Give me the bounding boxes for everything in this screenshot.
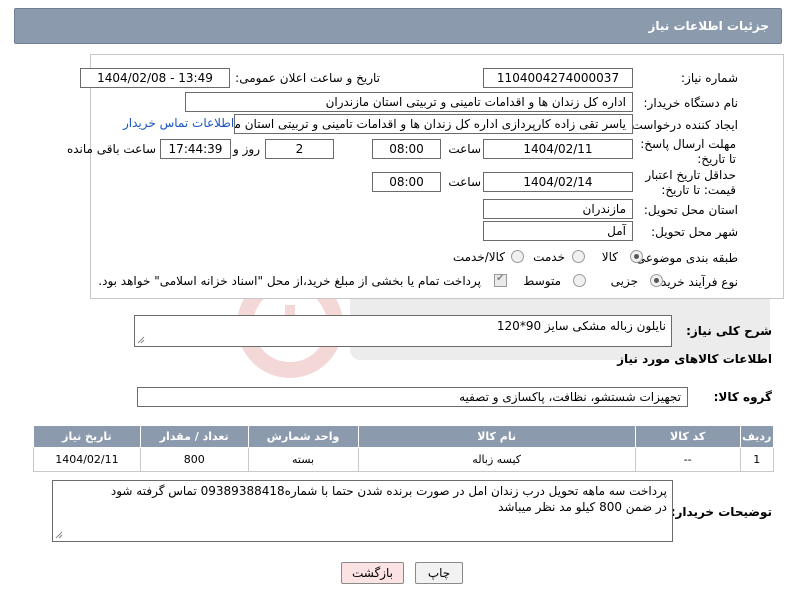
category-service-radio[interactable]: [572, 250, 585, 263]
category-label: طبقه بندی موضوعی:: [631, 251, 738, 265]
purchase-medium-radio[interactable]: [573, 274, 586, 287]
cell-row-number: 1: [739, 447, 775, 472]
purchase-minor-label: جزیی: [610, 274, 638, 288]
cell-quantity: 800: [139, 447, 249, 472]
resize-grip-icon: [137, 336, 145, 344]
col-header-item-code: کد کالا: [634, 425, 741, 448]
price-validity-date-field: 1404/02/14: [483, 172, 633, 192]
reply-date-field: 1404/02/11: [483, 139, 633, 159]
purchase-minor-radio[interactable]: [650, 274, 663, 287]
buyer-notes-field: پرداخت سه ماهه تحویل درب زندان امل در صو…: [52, 480, 673, 542]
description-field: نایلون زباله مشکی سایز 90*120: [134, 315, 672, 347]
goods-group-field: تجهیزات شستشو، نظافت، پاکسازی و تصفیه: [137, 387, 688, 407]
col-header-need-date: تاریخ نیاز: [33, 425, 141, 448]
page-header: جزئیات اطلاعات نیاز: [14, 8, 782, 44]
buyer-notes-label: توضیحات خریدار:: [670, 505, 772, 519]
buyer-contact-link[interactable]: اطلاعات تماس خریدار: [123, 116, 234, 130]
category-goods-service-label: کالا/خدمت: [452, 250, 505, 264]
category-goods-label: کالا: [601, 250, 618, 264]
goods-group-label: گروه کالا:: [713, 390, 772, 404]
goods-section-title: اطلاعات کالاهای مورد نیاز: [617, 352, 772, 366]
announce-datetime-label: تاریخ و ساعت اعلان عمومی:: [235, 71, 380, 85]
reply-time-label: ساعت: [448, 142, 481, 156]
purchase-type-label: نوع فرآیند خرید :: [653, 275, 738, 289]
cell-need-date: 1404/02/11: [33, 447, 141, 472]
goods-table: ردیف کد کالا نام کالا واحد شمارش تعداد /…: [33, 425, 775, 472]
description-label: شرح کلی نیاز:: [686, 324, 772, 338]
back-button[interactable]: بازگشت: [341, 562, 404, 584]
category-goods-service-radio[interactable]: [511, 250, 524, 263]
buyer-org-label: نام دستگاه خریدار:: [643, 96, 739, 110]
province-field: مازندران: [483, 199, 633, 219]
remaining-time-field: 17:44:39: [160, 139, 231, 159]
col-header-item-name: نام کالا: [357, 425, 636, 448]
need-number-label: شماره نیاز:: [681, 71, 738, 85]
purchase-medium-label: متوسط: [523, 274, 561, 288]
goods-table-header-row: ردیف کد کالا نام کالا واحد شمارش تعداد /…: [33, 425, 775, 448]
price-validity-time-field: 08:00: [372, 172, 441, 192]
description-text: نایلون زباله مشکی سایز 90*120: [496, 319, 666, 333]
price-validity-label: حداقل تاریخ اعتبار قیمت: تا تاریخ:: [645, 168, 736, 197]
price-time-label: ساعت: [448, 175, 481, 189]
category-service-label: خدمت: [533, 250, 565, 264]
buyer-notes-line-2: در ضمن 800 کیلو مد نظر میباشد: [498, 500, 667, 514]
city-label: شهر محل تحویل:: [651, 225, 738, 239]
cell-item-code: --: [634, 447, 741, 472]
col-header-row-number: ردیف: [739, 425, 775, 448]
treasury-payment-label: پرداخت تمام یا بخشی از مبلغ خرید،از محل …: [98, 274, 481, 288]
announce-datetime-field: 1404/02/08 - 13:49: [80, 68, 230, 88]
creator-field: یاسر تقی زاده کارپردازی اداره کل زندان ه…: [234, 114, 633, 134]
cell-item-name: کیسه زباله: [357, 447, 636, 472]
remaining-time-label: ساعت باقی مانده: [66, 142, 156, 156]
reply-time-field: 08:00: [372, 139, 441, 159]
reply-deadline-label: مهلت ارسال پاسخ: تا تاریخ:: [640, 137, 736, 166]
col-header-unit: واحد شمارش: [247, 425, 359, 448]
creator-label: ایجاد کننده درخواست:: [627, 118, 738, 132]
page-title: جزئیات اطلاعات نیاز: [648, 19, 769, 33]
buyer-org-field: اداره کل زندان ها و اقدامات تامینی و ترب…: [185, 92, 633, 112]
col-header-quantity: تعداد / مقدار: [139, 425, 249, 448]
treasury-payment-checkbox[interactable]: [494, 273, 507, 287]
days-label: روز و: [233, 142, 260, 156]
days-remaining-field: 2: [265, 139, 334, 159]
province-label: استان محل تحویل:: [643, 203, 738, 217]
print-button[interactable]: چاپ: [415, 562, 463, 584]
city-field: آمل: [483, 221, 633, 241]
table-row: 1 -- کیسه زباله بسته 800 1404/02/11: [33, 447, 775, 472]
cell-unit: بسته: [247, 447, 359, 472]
need-number-field: 1104004274000037: [483, 68, 633, 88]
resize-grip-icon: [55, 531, 63, 539]
category-goods-radio[interactable]: [630, 250, 643, 263]
buyer-notes-line-1: پرداخت سه ماهه تحویل درب زندان امل در صو…: [110, 484, 667, 498]
